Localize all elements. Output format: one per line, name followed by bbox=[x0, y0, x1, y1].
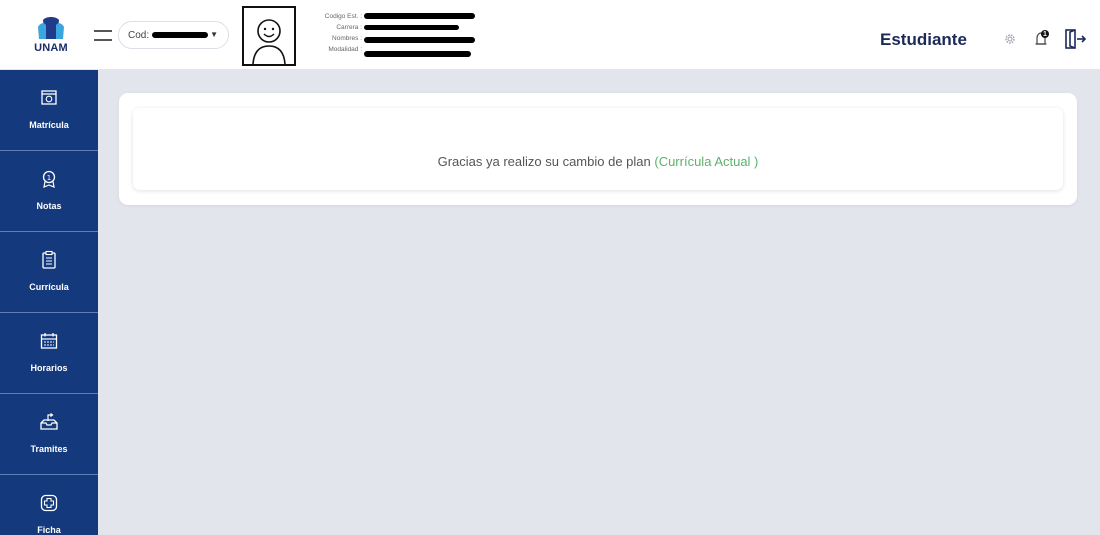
current-curriculum-label: (Currícula Actual ) bbox=[654, 154, 759, 169]
plan-change-message: Gracias ya realizo su cambio de plan (Cu… bbox=[133, 154, 1063, 169]
info-label-codigo: Codigo Est. : bbox=[324, 13, 362, 20]
curriculum-clipboard-icon bbox=[42, 250, 56, 269]
schedule-calendar-icon bbox=[40, 333, 58, 349]
info-label-nombres: Nombres : bbox=[332, 35, 362, 42]
unam-logo[interactable]: UNAM bbox=[31, 17, 71, 57]
sidebar-item-label: Tramites bbox=[30, 444, 68, 454]
sidebar-item-ficha[interactable]: Ficha bbox=[0, 475, 98, 535]
info-label-carrera: Carrera : bbox=[336, 24, 362, 31]
logo-text: UNAM bbox=[34, 42, 68, 54]
svg-text:1: 1 bbox=[47, 174, 51, 182]
student-info-labels: Codigo Est. : Carrera : Nombres : Modali… bbox=[306, 11, 362, 55]
chevron-down-icon: ▼ bbox=[210, 30, 218, 39]
gear-icon[interactable] bbox=[1003, 32, 1017, 46]
cod-label: Cod: bbox=[128, 30, 150, 41]
redacted-carrera bbox=[364, 25, 459, 30]
redacted-nombres bbox=[364, 37, 475, 43]
student-avatar bbox=[242, 6, 296, 66]
sidebar-item-tramites[interactable]: Tramites bbox=[0, 394, 98, 475]
menu-toggle-icon[interactable] bbox=[94, 28, 112, 42]
message-text: Gracias ya realizo su cambio de plan bbox=[437, 154, 655, 169]
sidebar-item-label: Matrícula bbox=[29, 120, 69, 130]
sidebar-item-label: Currícula bbox=[29, 282, 69, 292]
sidebar-item-label: Notas bbox=[36, 201, 62, 211]
content-card: Gracias ya realizo su cambio de plan (Cu… bbox=[119, 93, 1077, 205]
sidebar: Matrícula 1 Notas Currícula Horarios Tra… bbox=[0, 70, 98, 535]
student-code-select[interactable]: Cod: ▼ bbox=[118, 21, 229, 49]
top-header: UNAM Cod: ▼ Codigo Est. : Carrera : Nomb… bbox=[0, 0, 1100, 70]
redacted-codigo bbox=[364, 13, 475, 19]
sidebar-item-matricula[interactable]: Matrícula bbox=[0, 70, 98, 151]
procedures-tray-icon bbox=[40, 413, 58, 430]
grades-medal-icon: 1 bbox=[42, 170, 56, 188]
sidebar-item-horarios[interactable]: Horarios bbox=[0, 313, 98, 394]
sidebar-item-label: Ficha bbox=[37, 525, 61, 535]
sidebar-item-notas[interactable]: 1 Notas bbox=[0, 151, 98, 232]
medical-form-icon bbox=[40, 494, 58, 512]
sidebar-item-label: Horarios bbox=[30, 363, 68, 373]
role-title: Estudiante bbox=[880, 30, 967, 49]
message-box: Gracias ya realizo su cambio de plan (Cu… bbox=[133, 108, 1063, 190]
sidebar-item-curricula[interactable]: Currícula bbox=[0, 232, 98, 313]
redacted-modalidad bbox=[364, 51, 471, 57]
info-label-modalidad: Modalidad : bbox=[328, 46, 362, 53]
logout-icon[interactable] bbox=[1064, 28, 1087, 50]
enrollment-icon bbox=[41, 90, 57, 105]
notification-count: 1 bbox=[1043, 31, 1047, 38]
redacted-code bbox=[152, 32, 208, 38]
